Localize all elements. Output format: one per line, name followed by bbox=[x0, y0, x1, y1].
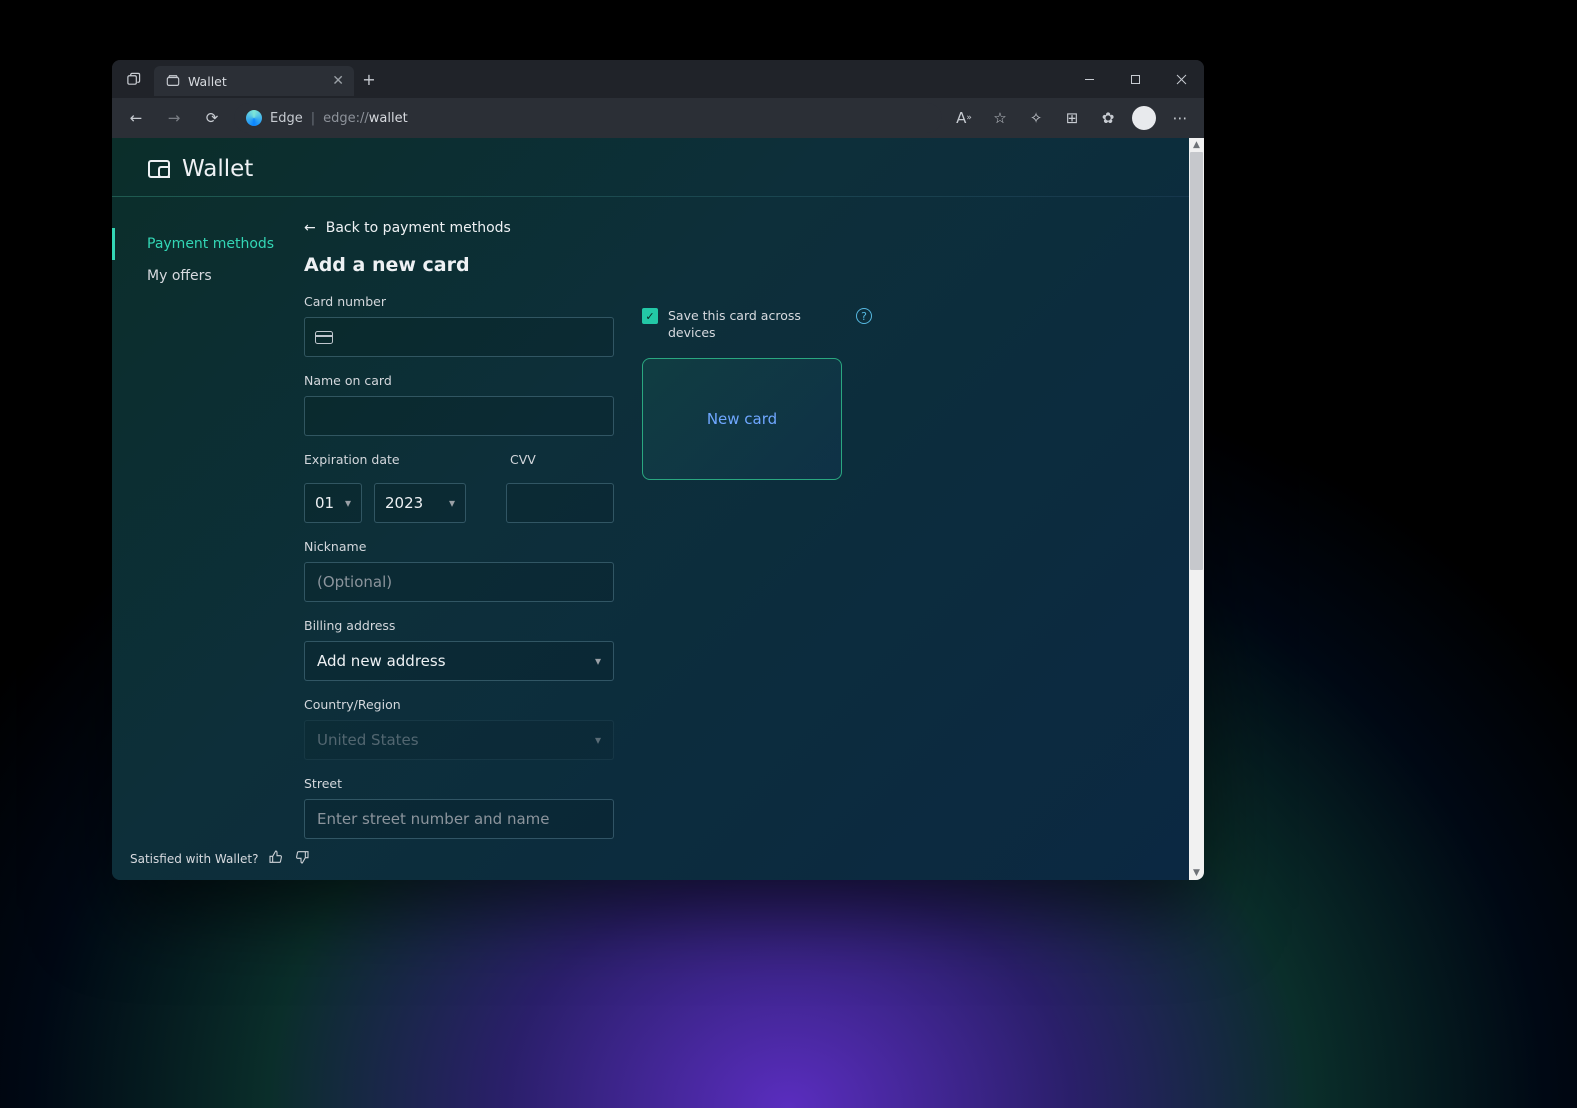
browser-tab[interactable]: Wallet ✕ bbox=[154, 66, 354, 96]
name-on-card-label: Name on card bbox=[304, 373, 614, 388]
country-region-label: Country/Region bbox=[304, 697, 614, 712]
side-nav: Payment methods My offers bbox=[112, 206, 282, 880]
edge-label: Edge bbox=[270, 111, 303, 126]
page-title: Add a new card bbox=[304, 254, 614, 276]
save-across-devices-label: Save this card across devices bbox=[668, 308, 846, 342]
card-number-input[interactable] bbox=[304, 317, 614, 357]
thumbs-down-icon[interactable] bbox=[294, 849, 310, 868]
address-box[interactable]: Edge | edge://wallet bbox=[234, 103, 942, 133]
chevron-down-icon: ▾ bbox=[595, 654, 601, 668]
more-menu-icon[interactable]: ⋯ bbox=[1164, 102, 1196, 134]
window-maximize-button[interactable] bbox=[1112, 60, 1158, 98]
nav-forward-button[interactable]: → bbox=[158, 102, 190, 134]
sidenav-my-offers[interactable]: My offers bbox=[112, 260, 282, 292]
chevron-down-icon: ▾ bbox=[595, 733, 601, 747]
chevron-down-icon: ▾ bbox=[345, 496, 351, 510]
title-bar: Wallet ✕ + bbox=[112, 60, 1204, 98]
save-across-devices-checkbox[interactable]: ✓ bbox=[642, 308, 658, 324]
cvv-input[interactable] bbox=[506, 483, 614, 523]
favorite-star-icon[interactable]: ☆ bbox=[984, 102, 1016, 134]
content-scrollbar[interactable]: ▲ ▼ bbox=[1189, 138, 1204, 880]
back-link-label: Back to payment methods bbox=[326, 220, 511, 236]
card-preview: New card bbox=[642, 358, 842, 480]
street-label: Street bbox=[304, 776, 614, 791]
nav-back-button[interactable]: ← bbox=[120, 102, 152, 134]
scroll-down-arrow-icon[interactable]: ▼ bbox=[1189, 866, 1204, 880]
name-on-card-input[interactable] bbox=[304, 396, 614, 436]
tab-close-icon[interactable]: ✕ bbox=[332, 73, 344, 89]
wallet-tab-icon bbox=[166, 74, 180, 88]
sidenav-payment-methods[interactable]: Payment methods bbox=[112, 228, 282, 260]
profile-avatar[interactable] bbox=[1128, 102, 1160, 134]
addr-url: edge://wallet bbox=[323, 111, 408, 126]
nickname-input[interactable] bbox=[304, 562, 614, 602]
thumbs-up-icon[interactable] bbox=[268, 849, 284, 868]
country-region-select[interactable]: United States ▾ bbox=[304, 720, 614, 760]
card-icon bbox=[315, 331, 333, 344]
edge-logo-icon bbox=[246, 110, 262, 126]
street-input[interactable] bbox=[304, 799, 614, 839]
window-minimize-button[interactable] bbox=[1066, 60, 1112, 98]
expiration-date-label: Expiration date bbox=[304, 452, 464, 467]
addr-divider: | bbox=[311, 111, 315, 126]
page-header-title: Wallet bbox=[182, 156, 253, 182]
collections-icon[interactable]: ⊞ bbox=[1056, 102, 1088, 134]
scrollbar-thumb[interactable] bbox=[1190, 152, 1203, 570]
expiry-year-select[interactable]: 2023▾ bbox=[374, 483, 466, 523]
billing-address-label: Billing address bbox=[304, 618, 614, 633]
expiry-month-select[interactable]: 01▾ bbox=[304, 483, 362, 523]
help-icon[interactable]: ? bbox=[856, 308, 872, 324]
card-preview-label: New card bbox=[707, 410, 777, 428]
favorites-bar-icon[interactable]: ✧ bbox=[1020, 102, 1052, 134]
chevron-down-icon: ▾ bbox=[449, 496, 455, 510]
new-tab-button[interactable]: + bbox=[354, 70, 384, 89]
window-close-button[interactable] bbox=[1158, 60, 1204, 98]
cvv-label: CVV bbox=[510, 452, 536, 467]
card-number-label: Card number bbox=[304, 294, 614, 309]
back-link[interactable]: ← Back to payment methods bbox=[304, 220, 614, 236]
tab-actions-icon[interactable] bbox=[112, 72, 154, 87]
nav-refresh-button[interactable]: ⟳ bbox=[196, 102, 228, 134]
arrow-left-icon: ← bbox=[304, 220, 316, 236]
tab-title: Wallet bbox=[188, 74, 227, 89]
nickname-label: Nickname bbox=[304, 539, 614, 554]
extensions-icon[interactable]: ✿ bbox=[1092, 102, 1124, 134]
address-bar: ← → ⟳ Edge | edge://wallet A» ☆ ✧ ⊞ ✿ ⋯ bbox=[112, 98, 1204, 138]
read-aloud-icon[interactable]: A» bbox=[948, 102, 980, 134]
billing-address-select[interactable]: Add new address ▾ bbox=[304, 641, 614, 681]
wallet-icon bbox=[148, 160, 170, 178]
feedback-prompt: Satisfied with Wallet? bbox=[130, 852, 258, 866]
scroll-up-arrow-icon[interactable]: ▲ bbox=[1189, 138, 1204, 152]
